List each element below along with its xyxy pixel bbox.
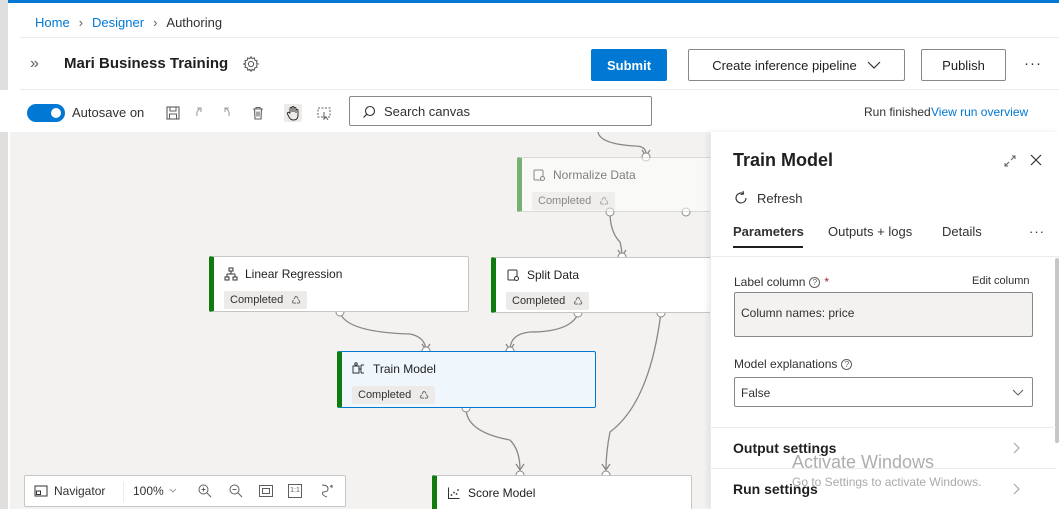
node-linear-regression[interactable]: Linear Regression Completed ♺	[209, 256, 469, 312]
breadcrumb: Home › Designer › Authoring	[35, 12, 222, 32]
more-options-icon[interactable]: ···	[1024, 55, 1042, 72]
tab-parameters[interactable]: Parameters	[733, 224, 804, 239]
pipeline-title: Mari Business Training	[64, 55, 229, 72]
selected-value: False	[741, 386, 771, 400]
reuse-icon: ♺	[573, 295, 584, 308]
run-status: Run finished	[864, 105, 931, 119]
zoom-dropdown[interactable]: 100%	[133, 484, 177, 498]
navigator-bar: Navigator 100% 1:1	[24, 475, 346, 507]
divider	[123, 482, 124, 502]
status-badge: Completed ♺	[506, 292, 590, 310]
train-model-icon	[352, 362, 364, 374]
more-tabs-icon[interactable]: ···	[1029, 224, 1045, 239]
model-explanations-label: Model explanations ?	[734, 357, 853, 371]
zoom-out-icon[interactable]	[228, 483, 244, 499]
status-badge: Completed ♺	[224, 291, 308, 309]
auto-layout-icon[interactable]	[319, 483, 335, 499]
node-title: Normalize Data	[553, 168, 636, 182]
navigator-label: Navigator	[54, 484, 106, 498]
create-inference-pipeline-label: Create inference pipeline	[712, 57, 857, 73]
navigator-icon	[34, 485, 48, 497]
search-canvas[interactable]	[349, 96, 652, 126]
label-column-field[interactable]: Column names: price	[734, 292, 1033, 337]
model-explanations-select[interactable]: False	[734, 377, 1033, 407]
zoom-in-icon[interactable]	[197, 483, 213, 499]
undo-icon[interactable]	[190, 104, 208, 122]
pipeline-canvas[interactable]: Normalize Data Completed ♺ Linear Regress…	[10, 132, 710, 509]
divider	[20, 37, 1059, 38]
info-icon[interactable]: ?	[841, 358, 853, 370]
create-inference-pipeline-button[interactable]: Create inference pipeline	[688, 49, 905, 81]
dataset-icon	[507, 269, 519, 281]
chevron-right-icon	[1013, 483, 1020, 495]
node-title: Train Model	[373, 362, 436, 376]
activation-watermark-title: Activate Windows	[792, 452, 935, 472]
reuse-icon: ♺	[419, 389, 430, 402]
actual-size-label: 1:1	[288, 484, 302, 498]
tab-outputs-logs[interactable]: Outputs + logs	[828, 224, 912, 239]
multi-select-icon[interactable]	[315, 104, 333, 122]
delete-icon[interactable]	[249, 104, 267, 122]
autosave-label: Autosave on	[72, 105, 145, 120]
required-mark: *	[824, 275, 830, 289]
autosave-toggle[interactable]	[27, 104, 65, 122]
save-icon[interactable]	[164, 104, 182, 122]
actual-size-button[interactable]: 1:1	[288, 484, 302, 498]
edit-column-link[interactable]: Edit column	[972, 275, 1029, 287]
expand-icon[interactable]	[1003, 154, 1017, 168]
node-title: Linear Regression	[245, 267, 343, 281]
navigator-button[interactable]: Navigator	[34, 484, 105, 498]
search-icon	[363, 105, 376, 118]
divider	[711, 256, 1059, 257]
dataset-icon	[533, 169, 545, 181]
top-accent-line	[0, 0, 1059, 3]
node-title: Split Data	[527, 268, 580, 282]
chevron-down-icon	[867, 61, 881, 69]
gear-icon[interactable]	[242, 55, 260, 73]
node-normalize-data[interactable]: Normalize Data Completed ♺	[517, 157, 710, 212]
breadcrumb-designer[interactable]: Designer	[92, 15, 144, 30]
active-tab-indicator	[733, 246, 803, 248]
pan-hand-icon[interactable]	[284, 104, 302, 122]
refresh-button[interactable]: Refresh	[733, 190, 803, 206]
breadcrumb-current: Authoring	[166, 14, 223, 30]
breadcrumb-home[interactable]: Home	[35, 15, 70, 30]
publish-button[interactable]: Publish	[921, 49, 1006, 81]
view-run-overview-link[interactable]: View run overview	[931, 105, 1028, 119]
chevron-down-icon	[1012, 389, 1024, 396]
status-badge: Completed ♺	[352, 386, 436, 404]
close-icon[interactable]	[1029, 153, 1043, 167]
panel-title: Train Model	[733, 150, 834, 170]
chevron-right-icon	[1013, 442, 1020, 454]
zoom-level: 100%	[133, 484, 164, 498]
chevron-right-icon: ›	[78, 14, 84, 30]
info-icon[interactable]: ?	[809, 276, 821, 288]
tab-details[interactable]: Details	[942, 224, 982, 239]
scrollbar[interactable]	[1055, 258, 1059, 443]
node-score-model[interactable]: Score Model	[432, 475, 692, 509]
score-chart-icon	[448, 487, 460, 499]
submit-button[interactable]: Submit	[591, 49, 667, 81]
chevron-right-icon: ›	[153, 14, 158, 30]
expand-panel-icon[interactable]: »	[30, 56, 48, 72]
node-title: Score Model	[468, 486, 536, 500]
model-tree-icon	[224, 267, 238, 281]
left-rail	[0, 0, 8, 509]
refresh-icon	[735, 190, 747, 204]
activation-watermark-subtitle: Go to Settings to activate Windows.	[792, 475, 982, 489]
status-badge: Completed ♺	[532, 192, 616, 210]
search-input[interactable]	[384, 102, 644, 120]
chevron-down-icon	[169, 488, 177, 493]
reuse-icon: ♺	[599, 195, 610, 208]
redo-icon[interactable]	[218, 104, 236, 122]
reuse-icon: ♺	[291, 294, 302, 307]
refresh-label: Refresh	[757, 190, 803, 206]
node-train-model[interactable]: Train Model Completed ♺	[337, 351, 596, 408]
node-split-data[interactable]: Split Data Completed ♺	[491, 257, 710, 313]
fit-to-screen-icon[interactable]	[258, 484, 274, 498]
